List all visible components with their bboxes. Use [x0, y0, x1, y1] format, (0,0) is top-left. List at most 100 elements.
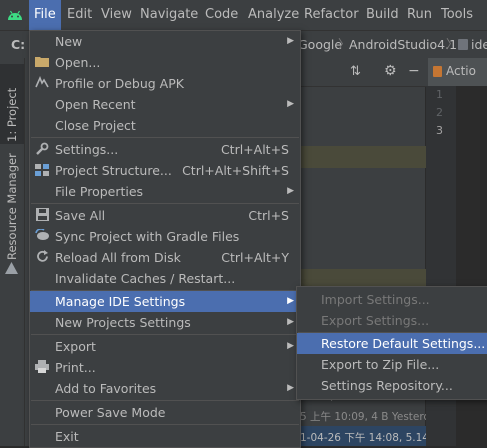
submenu-arrow-icon: ▶: [287, 317, 294, 327]
breadcrumb-ide[interactable]: ide: [471, 31, 487, 58]
submenu-arrow-icon: ▶: [287, 36, 294, 46]
menu-item-print[interactable]: Print...: [30, 357, 300, 378]
menu-item-shortcut: Ctrl+Alt+S: [220, 142, 289, 157]
wrench-icon: [34, 142, 50, 157]
menu-item-reload-all[interactable]: Reload All from Disk Ctrl+Alt+Y: [30, 247, 300, 268]
menu-separator: [31, 203, 299, 204]
print-icon: [34, 360, 50, 375]
save-icon: [34, 208, 50, 223]
submenu-item-settings-repository[interactable]: Settings Repository...: [297, 375, 487, 396]
menu-tools[interactable]: Tools: [436, 0, 478, 30]
submenu-item-export-to-zip[interactable]: Export to Zip File...: [297, 354, 487, 375]
menu-item-label: Add to Favorites: [55, 381, 157, 396]
menu-item-shortcut: Ctrl+Alt+Shift+S: [182, 163, 289, 178]
menu-item-power-save-mode[interactable]: Power Save Mode: [30, 402, 300, 423]
menu-analyze[interactable]: Analyze: [243, 0, 304, 30]
menu-item-sync-gradle[interactable]: Sync Project with Gradle Files: [30, 226, 300, 247]
submenu-arrow-icon: ▶: [287, 341, 294, 351]
file-menu-dropdown: New ▶ Open... Profile or Debug APK Open …: [29, 30, 301, 448]
left-tool-window-strip: 1: Project Resource Manager: [0, 58, 25, 446]
menu-separator: [31, 400, 299, 401]
collapse-all-icon[interactable]: ⇅: [350, 64, 361, 79]
breadcrumb-root[interactable]: C:: [11, 31, 25, 58]
project-tool-tab-label: 1: Project: [5, 87, 19, 142]
submenu-item-export-settings[interactable]: Export Settings...: [297, 310, 487, 331]
menu-code[interactable]: Code: [200, 0, 243, 30]
menu-item-label: Open...: [55, 55, 101, 70]
manage-ide-settings-submenu: Import Settings... Export Settings... Re…: [296, 286, 487, 400]
project-tool-tab[interactable]: 1: Project: [0, 64, 24, 144]
menu-item-save-all[interactable]: Save All Ctrl+S: [30, 205, 300, 226]
menu-item-export[interactable]: Export ▶: [30, 336, 300, 357]
submenu-item-label: Import Settings...: [321, 292, 430, 307]
line-number: 1: [436, 88, 443, 101]
folder-icon: [34, 55, 50, 70]
menu-item-label: File Properties: [55, 184, 144, 199]
menu-item-label: New Projects Settings: [55, 315, 191, 330]
menu-item-open[interactable]: Open...: [30, 52, 300, 73]
menu-item-manage-ide-settings[interactable]: Manage IDE Settings ▶: [30, 291, 300, 312]
menu-item-label: Manage IDE Settings: [55, 294, 186, 309]
menu-item-label: Open Recent: [55, 97, 136, 112]
breadcrumb-google[interactable]: Google: [298, 31, 342, 58]
menu-file[interactable]: File: [29, 0, 61, 30]
submenu-item-import-settings[interactable]: Import Settings...: [297, 289, 487, 310]
menu-navigate[interactable]: Navigate: [135, 0, 203, 30]
gear-icon[interactable]: ⚙: [384, 63, 397, 79]
resource-manager-tab-label: Resource Manager: [5, 153, 19, 260]
menu-separator: [31, 137, 299, 138]
menu-item-label: Print...: [55, 360, 96, 375]
menu-item-file-properties[interactable]: File Properties ▶: [30, 181, 300, 202]
main-menu-bar: File Edit View Navigate Code Analyze Ref…: [0, 0, 487, 31]
menu-item-label: Export: [55, 339, 96, 354]
profile-apk-icon: [34, 75, 50, 91]
menu-item-label: Power Save Mode: [55, 405, 166, 420]
editor-tab[interactable]: Actio: [428, 58, 487, 86]
submenu-arrow-icon: ▶: [287, 99, 294, 109]
menu-item-label: Settings...: [55, 142, 119, 157]
submenu-arrow-icon: ▶: [287, 186, 294, 196]
line-number: 2: [436, 106, 443, 119]
module-folder-icon: [458, 39, 468, 50]
minimize-icon[interactable]: −: [408, 63, 420, 79]
resource-manager-tool-tab[interactable]: Resource Manager: [0, 150, 24, 280]
menu-separator: [31, 424, 299, 425]
menu-item-project-structure[interactable]: Project Structure... Ctrl+Alt+Shift+S: [30, 160, 300, 181]
menu-item-label: Invalidate Caches / Restart...: [55, 271, 236, 286]
breadcrumb-androidstudio[interactable]: AndroidStudio4.1: [349, 31, 457, 58]
editor-tab-bar: Actio: [426, 58, 487, 87]
menu-item-label: Reload All from Disk: [55, 250, 181, 265]
menu-item-exit[interactable]: Exit: [30, 426, 300, 447]
menu-item-settings[interactable]: Settings... Ctrl+Alt+S: [30, 139, 300, 160]
breadcrumb-separator-icon: 〉: [446, 37, 459, 51]
menu-item-invalidate-caches[interactable]: Invalidate Caches / Restart...: [30, 268, 300, 289]
menu-item-new[interactable]: New ▶: [30, 31, 300, 52]
menu-item-open-recent[interactable]: Open Recent ▶: [30, 94, 300, 115]
menu-item-label: Sync Project with Gradle Files: [55, 229, 240, 244]
menu-item-profile-debug-apk[interactable]: Profile or Debug APK: [30, 73, 300, 94]
menu-item-shortcut: Ctrl+S: [248, 208, 289, 223]
gradle-sync-icon: [34, 228, 50, 244]
project-panel-toolbar: ⇅ ⚙ −: [300, 58, 426, 87]
submenu-item-label: Restore Default Settings...: [321, 336, 486, 351]
menu-run[interactable]: Run: [402, 0, 437, 30]
android-studio-logo-icon: [8, 10, 22, 20]
menu-item-label: Project Structure...: [55, 163, 172, 178]
submenu-arrow-icon: ▶: [287, 383, 294, 393]
file-type-icon: [433, 66, 442, 77]
highlighted-tree-row[interactable]: [300, 146, 426, 168]
menu-item-label: Save All: [55, 208, 106, 223]
menu-view[interactable]: View: [96, 0, 137, 30]
menu-build[interactable]: Build: [361, 0, 404, 30]
menu-item-label: Exit: [55, 429, 79, 444]
submenu-item-restore-default-settings[interactable]: Restore Default Settings...: [297, 333, 487, 354]
menu-item-new-projects-settings[interactable]: New Projects Settings ▶: [30, 312, 300, 333]
menu-item-label: Close Project: [55, 118, 136, 133]
file-info-row: 1-04-26 下午 14:08, 5.14 kB: [300, 432, 446, 444]
menu-refactor[interactable]: Refactor: [299, 0, 364, 30]
menu-edit[interactable]: Edit: [62, 0, 97, 30]
menu-item-close-project[interactable]: Close Project: [30, 115, 300, 136]
file-info-row: 5 上午 10:09, 4 B Yesterday: [300, 411, 443, 423]
menu-item-add-to-favorites[interactable]: Add to Favorites ▶: [30, 378, 300, 399]
submenu-item-label: Export to Zip File...: [321, 357, 440, 372]
